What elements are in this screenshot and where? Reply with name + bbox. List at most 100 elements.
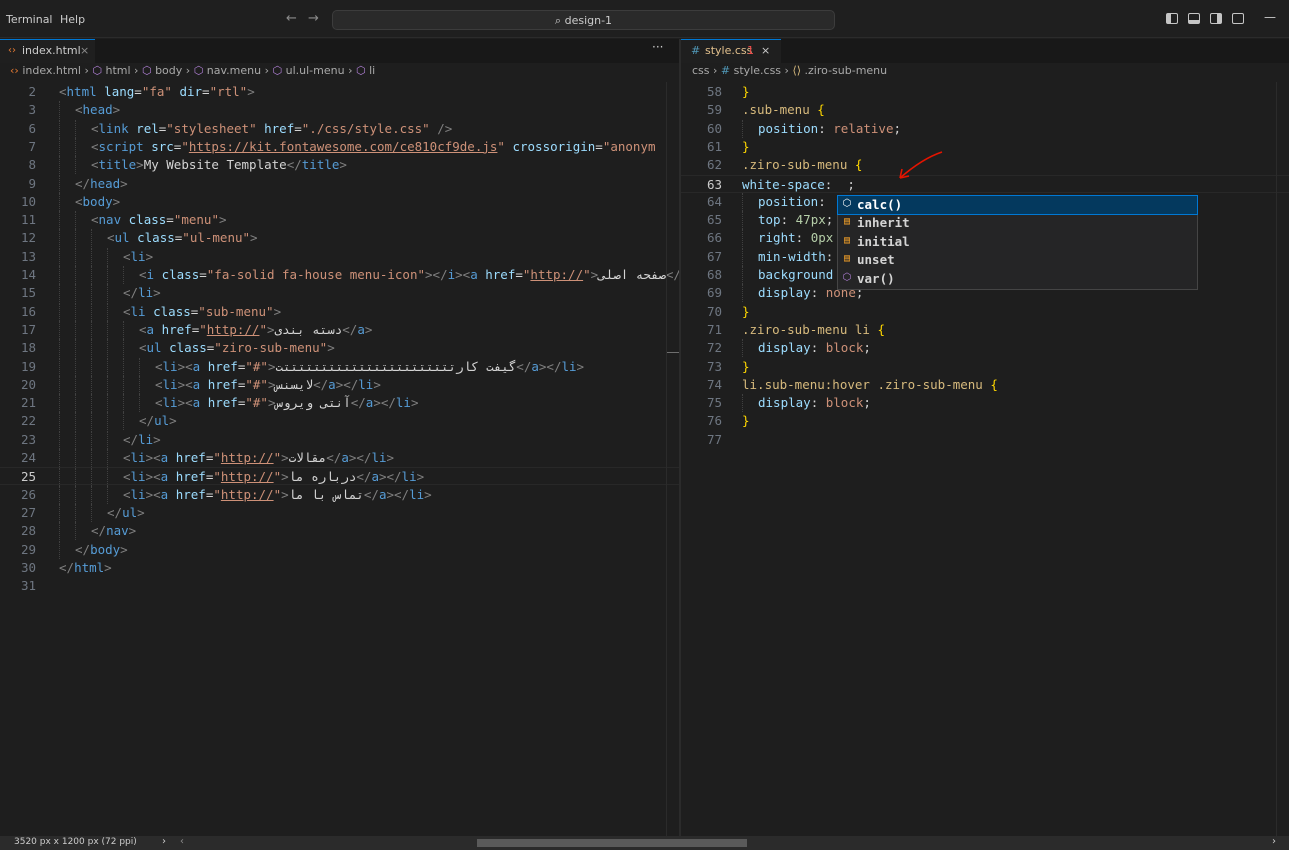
token-tag: a [531,358,539,374]
code-line[interactable]: 72 display: block; [681,339,1289,358]
token-attr: lang [104,84,135,99]
code-line[interactable]: 18 <ul class="ziro-sub-menu"> [0,339,679,358]
code-line[interactable]: 3 <head> [0,101,679,120]
code-line[interactable]: 63 white-space: ; [681,174,1289,193]
code-line[interactable]: 10 <body> [0,192,679,211]
customize-layout-icon[interactable] [1232,13,1244,24]
code-line[interactable]: 74 li.sub-menu:hover .ziro-sub-menu { [681,376,1289,394]
code-line[interactable]: 15 </li> [0,284,679,303]
code-line[interactable]: 25 <li><a href="http://">درباره ما</a></l… [0,467,679,487]
line-number: 28 [20,523,36,539]
code-line[interactable]: 19 <li><a href="#">گیفت کارتتتتتتتتتتتتتت… [0,357,679,376]
breadcrumb-item[interactable]: style.css [734,64,781,77]
breadcrumb-item[interactable]: .ziro-sub-menu [805,64,888,77]
close-icon[interactable]: × [80,40,89,62]
code-line[interactable]: 28 </nav> [0,522,679,541]
token-str: "#" [245,395,268,411]
code-line[interactable]: 14 <i class="fa-solid fa-house menu-icon"… [0,266,679,284]
toggle-panel-icon[interactable] [1188,13,1200,24]
indent-guide [91,320,92,339]
breadcrumb-item[interactable]: nav.menu [207,64,261,77]
code-line[interactable]: 7 <script src = "https://kit.fontawesome.co… [0,137,679,156]
token-tag: li [401,469,417,485]
code-line[interactable]: 16 <li class="sub-menu"> [0,302,679,321]
code-line[interactable]: 9 </head> [0,174,679,193]
token-tag: nav [106,523,129,539]
horizontal-scroll-thumb[interactable] [477,839,747,847]
menu-help[interactable]: Help [60,13,85,26]
token-tag: ul [122,504,138,520]
code-line[interactable]: 71 .ziro-sub-menu li { [681,321,1289,339]
close-icon[interactable]: × [761,40,770,62]
chevron-left-icon[interactable]: ‹ [180,836,184,847]
code-line[interactable]: 61} [681,138,1289,156]
code-line[interactable]: 77 [681,431,1289,449]
suggestion-item[interactable]: ▤ initial [838,233,1197,251]
suggestion-item[interactable]: ▤ inherit [838,214,1197,232]
code-line[interactable]: 11 <nav class="menu"> [0,211,679,230]
right-scrollbar[interactable] [1276,82,1289,836]
breadcrumb-item[interactable]: ul.ul-menu [286,64,345,77]
status-bar: 3520 px x 1200 px (72 ppi) › ‹ › [0,836,1289,850]
code-line[interactable]: 58} [681,83,1289,101]
line-number: 8 [28,157,36,173]
token-str: "#" [245,358,268,374]
token-plain: ; [893,120,902,136]
code-line[interactable]: 27 </ul> [0,503,679,522]
breadcrumb-item[interactable]: li [369,64,375,77]
suggestion-item[interactable]: ⬡ var() [838,270,1197,288]
code-line[interactable]: 60 position: relative; [681,119,1289,138]
autocomplete-suggestions[interactable]: ⬡ calc() ▤ inherit ▤ initial ▤ unset ⬡ var() [837,195,1198,290]
breadcrumb-item[interactable]: index.html [22,64,81,77]
token-punc: { [817,102,825,118]
code-line[interactable]: 73} [681,358,1289,376]
code-line[interactable]: 59 .sub-menu { [681,101,1289,119]
code-line[interactable]: 2 <html lang="fa" dir="rtl"> [0,83,679,101]
token-br: </ [75,541,91,557]
menu-terminal[interactable]: Terminal [6,13,53,26]
toggle-primary-sidebar-icon[interactable] [1166,13,1178,24]
code-line[interactable]: 23 </li> [0,430,679,449]
code-line[interactable]: 70} [681,303,1289,321]
code-line[interactable]: 12 <ul class="ul-menu"> [0,229,679,248]
token-tag: li [130,248,146,264]
arrow-right-icon[interactable]: → [308,11,319,26]
html-editor[interactable]: 2 <html lang="fa" dir="rtl"> 3 <head> 6 <link… [0,82,679,836]
token-txt: = [199,267,207,282]
suggestion-item[interactable]: ▤ unset [838,251,1197,269]
code-line[interactable]: 22 </ul> [0,412,679,431]
token-str: " [583,267,591,282]
code-line[interactable]: 6 <link rel="stylesheet" href="./css/styl… [0,119,679,138]
minimize-icon[interactable]: — [1264,10,1276,24]
code-line[interactable]: 31 [0,577,679,595]
code-line[interactable]: 20 <li><a href="#">لایسنس</a></li> [0,375,679,394]
token-attr: href [264,120,295,136]
code-line[interactable]: 13 <li> [0,247,679,266]
code-line[interactable]: 8 <title>My Website Template</title> [0,156,679,175]
more-actions-icon[interactable]: ··· [652,40,663,54]
command-center-search[interactable]: ⌕ design-1 [332,10,835,30]
suggestion-item[interactable]: ⬡ calc() [837,195,1198,215]
left-scrollbar[interactable] [666,82,679,836]
code-text: } [742,83,750,101]
tab-style-css[interactable]: # style.css 1 × [681,39,781,63]
line-number: 67 [706,248,722,264]
code-line[interactable]: 75 display: block; [681,394,1289,413]
chevron-right-icon[interactable]: › [1272,836,1276,847]
breadcrumb-item[interactable]: body [155,64,182,77]
toggle-secondary-sidebar-icon[interactable] [1210,13,1222,24]
breadcrumb-item[interactable]: html [105,64,130,77]
code-line[interactable]: 62 .ziro-sub-menu { [681,156,1289,174]
code-line[interactable]: 76} [681,412,1289,430]
chevron-right-icon[interactable]: › [162,836,166,847]
code-line[interactable]: 29 </body> [0,540,679,559]
code-line[interactable]: 24 <li><a href="http://">مقالات</a></li> [0,449,679,467]
code-line[interactable]: 17 <a href="http://">دسته بندی</a> [0,320,679,339]
code-line[interactable]: 26 <li><a href="http://">تماس با ما</a></… [0,485,679,504]
tab-index-html[interactable]: ‹› index.html × [0,39,95,63]
token-val: block [825,340,864,356]
code-line[interactable]: 21 <li><a href="#">آنتی ویروس</a></li> [0,394,679,413]
arrow-left-icon[interactable]: ← [286,11,297,26]
code-line[interactable]: 30 </html> [0,559,679,577]
breadcrumb-item[interactable]: css [692,64,710,77]
